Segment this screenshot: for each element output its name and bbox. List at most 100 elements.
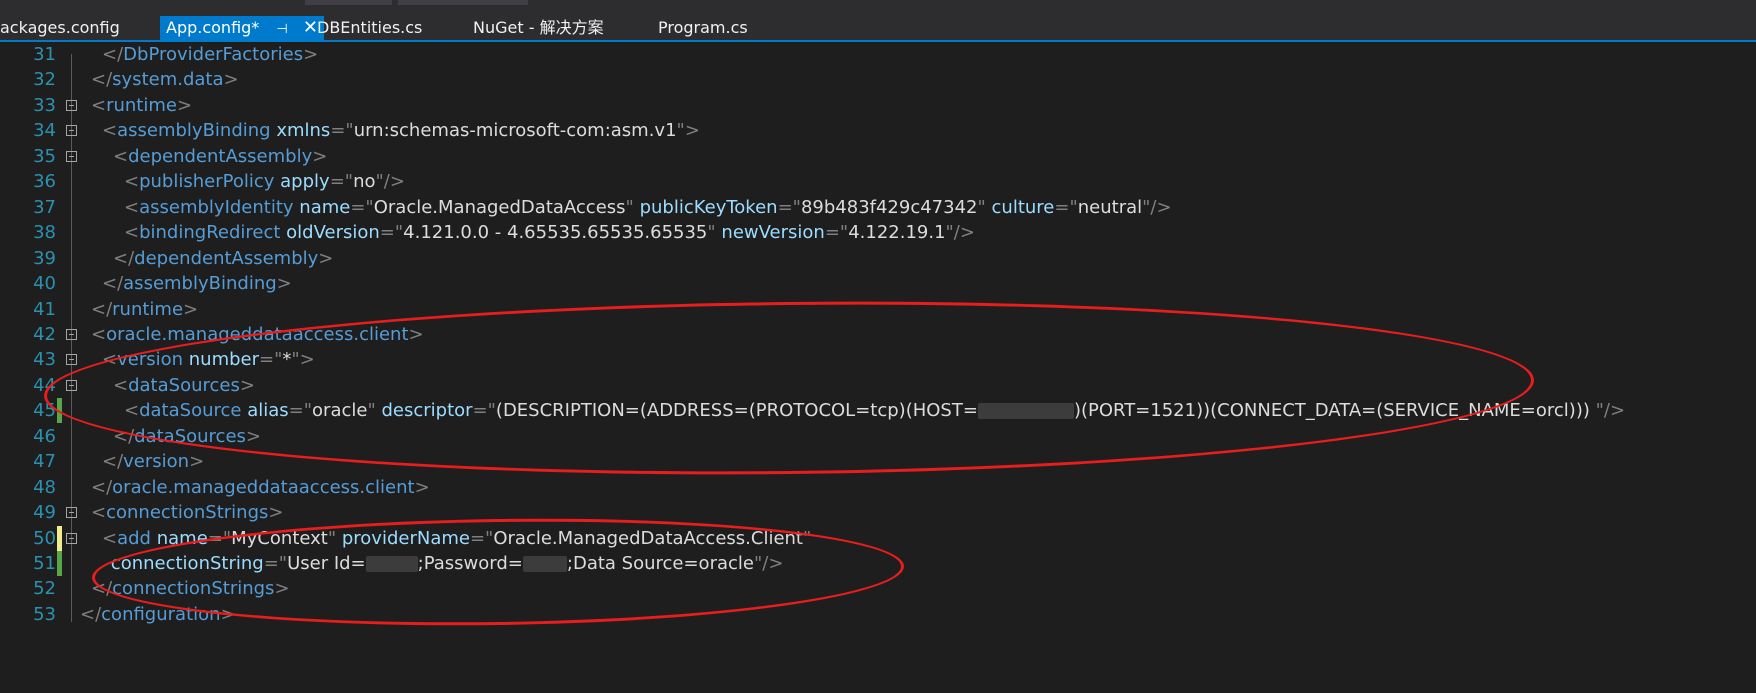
code-token: version	[117, 349, 184, 371]
code-line[interactable]: </runtime>	[91, 297, 198, 322]
collapse-icon[interactable]	[66, 532, 77, 544]
code-token: </	[102, 273, 124, 295]
pin-icon[interactable]: ⊣	[276, 22, 287, 37]
code-token: ="	[263, 553, 288, 574]
code-token: descriptor	[381, 400, 473, 422]
line-number: 32	[33, 69, 56, 91]
code-token: add	[117, 527, 151, 549]
code-token: ="	[329, 171, 354, 193]
code-line[interactable]: <publisherPolicy apply="no"/>	[124, 169, 405, 194]
redacted-block	[365, 556, 418, 572]
code-line[interactable]: </assemblyBinding>	[102, 271, 292, 296]
code-token: name	[299, 196, 351, 218]
line-number: 52	[33, 578, 56, 600]
code-token: >	[239, 374, 255, 396]
code-line[interactable]: <dependentAssembly>	[113, 144, 327, 169]
collapse-icon[interactable]	[66, 328, 77, 340]
code-token: ="	[1054, 196, 1078, 218]
tab-dbentities-cs[interactable]: DBEntities.cs	[317, 16, 422, 40]
code-token: ="	[824, 222, 849, 244]
collapse-icon[interactable]	[66, 507, 77, 519]
code-token: dependentAssembly	[134, 247, 319, 269]
tab-program-cs[interactable]: Program.cs	[658, 16, 748, 40]
tabstrip-scroll-ghost	[398, 0, 528, 5]
code-token: dependentAssembly	[128, 145, 313, 167]
code-token: xmlns	[276, 120, 331, 142]
code-line[interactable]: <assemblyIdentity name="Oracle.ManagedDa…	[124, 195, 1172, 220]
line-number: 34	[33, 120, 56, 142]
code-line[interactable]: <add name="MyContext" providerName="Orac…	[102, 526, 811, 551]
code-editor[interactable]: 31 </DbProviderFactories> 32 </system.data>…	[0, 42, 1756, 693]
code-line[interactable]: </system.data>	[91, 67, 239, 92]
code-line[interactable]: <connectionStrings>	[91, 500, 283, 525]
tab-packages-config[interactable]: ackages.config	[0, 16, 120, 40]
code-token: assemblyBinding	[123, 273, 277, 295]
line-number: 39	[33, 247, 56, 269]
code-line[interactable]: </connectionStrings>	[91, 576, 290, 601]
code-token: </	[91, 69, 113, 91]
code-token: <	[102, 349, 118, 371]
code-line[interactable]: </DbProviderFactories>	[102, 42, 318, 67]
collapse-icon[interactable]	[66, 379, 77, 391]
code-line[interactable]: connectionString="User Id= ;Password= ;Dat…	[111, 551, 784, 576]
code-token: </	[113, 425, 135, 447]
code-line[interactable]: <dataSource alias="oracle" descriptor="(…	[124, 398, 1625, 423]
code-token: >	[223, 69, 239, 91]
code-token: dataSources	[128, 374, 240, 396]
collapse-icon[interactable]	[66, 354, 77, 366]
code-token: configuration	[101, 603, 221, 625]
code-line[interactable]: <oracle.manageddataaccess.client>	[91, 322, 424, 347]
code-line[interactable]: <version number="*">	[102, 347, 315, 372]
change-indicator	[57, 551, 62, 576]
code-line[interactable]: <runtime>	[91, 93, 192, 118]
code-line[interactable]: <dataSources>	[113, 373, 255, 398]
code-line[interactable]: <assemblyBinding xmlns="urn:schemas-micr…	[102, 118, 700, 143]
code-token: connectionStrings	[106, 502, 269, 524]
code-token: </	[102, 451, 124, 473]
code-token: newVersion	[721, 222, 825, 244]
code-token: MyContext	[231, 527, 328, 549]
line-number: 41	[33, 298, 56, 320]
code-token: 89b483f429c47342	[800, 196, 978, 218]
change-indicator	[57, 398, 62, 424]
code-token: alias	[247, 400, 289, 422]
collapse-icon[interactable]	[66, 150, 77, 162]
code-token: publisherPolicy	[139, 171, 275, 193]
code-token: ="	[259, 349, 283, 371]
collapse-icon[interactable]	[66, 99, 77, 111]
tab-app-config[interactable]: App.config* ⊣ ✕	[160, 16, 324, 40]
code-token: "	[977, 196, 986, 218]
code-token: (DESCRIPTION=(ADDRESS=(PROTOCOL=tcp)(HOS…	[495, 400, 978, 422]
code-token: </	[80, 603, 102, 625]
code-line[interactable]: </oracle.manageddataaccess.client>	[91, 475, 430, 500]
line-number: 38	[33, 222, 56, 244]
line-number: 42	[33, 323, 56, 345]
line-number: 35	[33, 145, 56, 167]
code-token: neutral	[1077, 196, 1143, 218]
code-token: runtime	[112, 298, 184, 320]
code-line[interactable]: </configuration>	[80, 602, 236, 627]
code-line[interactable]: </dependentAssembly>	[113, 246, 333, 271]
code-token: >	[220, 603, 236, 625]
code-line[interactable]: <bindingRedirect oldVersion="4.121.0.0 -…	[124, 220, 975, 245]
redacted-block	[522, 556, 567, 572]
code-token: "/>	[1595, 400, 1626, 422]
code-token: oracle.manageddataaccess.client	[112, 476, 415, 498]
line-number: 44	[33, 374, 56, 396]
close-icon[interactable]: ✕	[303, 17, 318, 38]
document-tab-bar: ackages.config App.config* ⊣ ✕ DBEntitie…	[0, 0, 1756, 40]
collapse-icon[interactable]	[66, 125, 77, 137]
code-token: ="	[777, 196, 801, 218]
code-line[interactable]: </dataSources>	[113, 424, 261, 449]
code-token: <	[124, 222, 140, 244]
code-token: >	[408, 323, 424, 345]
code-token: 4.121.0.0 - 4.65535.65535.65535	[403, 222, 708, 244]
tab-nuget-solution[interactable]: NuGet - 解决方案	[473, 16, 604, 40]
code-token: </	[91, 298, 113, 320]
code-token: </	[113, 247, 135, 269]
code-token: "	[367, 400, 376, 422]
code-line[interactable]: </version>	[102, 449, 204, 474]
code-token: >	[318, 247, 334, 269]
line-number: 33	[33, 94, 56, 116]
code-token: <	[91, 323, 107, 345]
